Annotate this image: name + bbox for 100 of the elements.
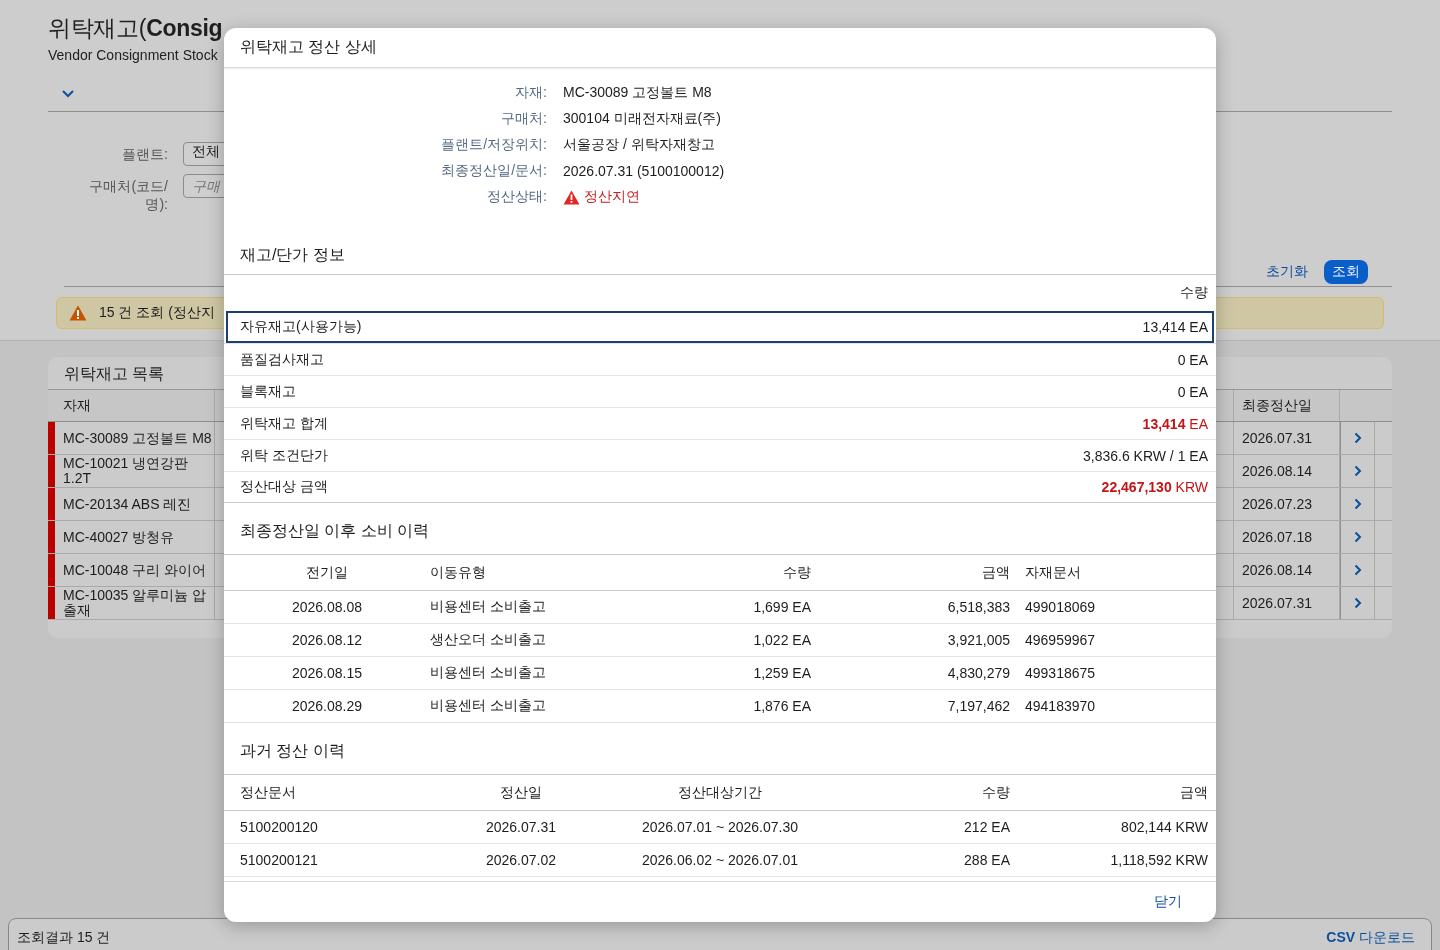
table-cell-text: 5100200121 bbox=[239, 852, 319, 868]
nav-cell[interactable] bbox=[1340, 554, 1375, 586]
section-title: 최종정산일 이후 소비 이력 bbox=[240, 522, 430, 539]
field-value: 300104 미래전자재료(주) bbox=[563, 110, 721, 128]
table-cell-text: 1,876 EA bbox=[752, 698, 812, 714]
stock-row[interactable]: 자유재고(사용가능) 13,414 EA bbox=[226, 311, 1214, 343]
table-cell: MC-40027 방청유 bbox=[55, 521, 215, 553]
table-cell-text: 499318675 bbox=[1024, 665, 1097, 681]
row-label: 정산대상 금액 bbox=[240, 478, 328, 496]
row-value: 0 EA bbox=[1177, 383, 1208, 400]
reset-link[interactable]: 초기화 bbox=[1266, 262, 1308, 281]
table-cell: MC-20134 ABS 레진 bbox=[55, 488, 215, 520]
nav-cell[interactable] bbox=[1340, 455, 1375, 487]
row-value: 13,414 EA bbox=[1142, 319, 1208, 335]
stock-row[interactable]: 품질검사재고 0 EA bbox=[224, 343, 1216, 375]
table-cell-text: 2026.08.12 bbox=[290, 632, 364, 648]
field-label: 플랜트/저장위치: bbox=[440, 136, 547, 154]
table-cell: 2026.07.23 bbox=[1233, 488, 1340, 520]
table-cell-text: 3,921,005 bbox=[946, 632, 1011, 648]
chevron-down-icon[interactable] bbox=[62, 90, 74, 98]
column-header: 정산문서 bbox=[239, 783, 297, 802]
table-cell-text: 2026.07.02 bbox=[484, 852, 558, 868]
column-header: 최종정산일 bbox=[1233, 390, 1340, 421]
row-value: 3,836.6 KRW / 1 EA bbox=[1082, 447, 1208, 464]
chevron-right-icon[interactable] bbox=[1353, 465, 1362, 477]
column-header: 자재 bbox=[55, 390, 215, 421]
table-cell-text: 생산오더 소비출고 bbox=[430, 631, 547, 649]
column-header: 전기일 bbox=[305, 563, 349, 582]
filter-label: 플랜트: bbox=[121, 145, 168, 163]
field-label: 자재: bbox=[514, 84, 547, 102]
table-cell-text: 비용센터 소비출고 bbox=[430, 697, 547, 715]
message-text: 15 건 조회 (정산지 bbox=[99, 304, 215, 322]
table-cell-text: 2026.08.15 bbox=[290, 665, 364, 681]
table-cell-text: 1,118,592 KRW bbox=[1109, 852, 1209, 868]
table-cell: 2026.07.18 bbox=[1233, 521, 1340, 553]
stock-row[interactable]: 정산대상 금액 22,467,130 KRW bbox=[224, 471, 1216, 503]
row-value: 0 EA bbox=[1177, 351, 1208, 368]
stock-row[interactable]: 위탁 조건단가 3,836.6 KRW / 1 EA bbox=[224, 439, 1216, 471]
chevron-right-icon[interactable] bbox=[1353, 597, 1362, 609]
filter-label: 구매처(코드/명): bbox=[88, 177, 168, 213]
table-cell-text: 2026.07.31 bbox=[484, 819, 558, 835]
warning-icon bbox=[563, 189, 580, 205]
field-value: 서울공장 / 위탁자재창고 bbox=[563, 136, 715, 154]
table-cell-text: 7,197,462 bbox=[946, 698, 1011, 714]
table-cell-text: 1,022 EA bbox=[752, 632, 812, 648]
page-subtitle: Vendor Consignment Stock bbox=[48, 46, 218, 64]
table-cell: MC-10021 냉연강판 1.2T bbox=[55, 455, 215, 487]
search-button[interactable]: 조회 bbox=[1324, 259, 1368, 284]
table-cell-text: 499018069 bbox=[1024, 599, 1097, 615]
column-header: 정산대상기간 bbox=[677, 783, 763, 802]
nav-cell[interactable] bbox=[1340, 521, 1375, 553]
table-cell-text: 802,144 KRW bbox=[1120, 819, 1209, 835]
row-value: 13,414 EA bbox=[1142, 415, 1208, 432]
table-cell-text: 2026.08.08 bbox=[290, 599, 364, 615]
stock-row[interactable]: 블록재고 0 EA bbox=[224, 375, 1216, 407]
close-button[interactable]: 닫기 bbox=[1154, 893, 1182, 911]
section-title: 재고/단가 정보 bbox=[240, 246, 345, 263]
table-cell-text: 2026.08.29 bbox=[290, 698, 364, 714]
stock-row[interactable]: 위탁재고 합계 13,414 EA bbox=[224, 407, 1216, 439]
table-cell-text: 비용센터 소비출고 bbox=[430, 598, 547, 616]
row-label: 블록재고 bbox=[240, 382, 296, 401]
section-title: 과거 정산 이력 bbox=[240, 742, 345, 759]
column-header: 금액 bbox=[1179, 783, 1209, 802]
table-cell-text: 212 EA bbox=[963, 819, 1011, 835]
row-label: 품질검사재고 bbox=[240, 350, 324, 369]
nav-cell[interactable] bbox=[1340, 488, 1375, 520]
row-label: 위탁 조건단가 bbox=[240, 446, 328, 465]
table-cell-text: 6,518,383 bbox=[946, 599, 1011, 615]
table-cell: 2026.07.31 bbox=[1233, 587, 1340, 619]
nav-cell[interactable] bbox=[1340, 587, 1375, 619]
table-cell: MC-10035 알루미늄 압출재 bbox=[55, 587, 215, 619]
chevron-right-icon[interactable] bbox=[1353, 498, 1362, 510]
chevron-right-icon[interactable] bbox=[1353, 432, 1362, 444]
table-cell-text: 496959967 bbox=[1024, 632, 1097, 648]
table-cell-text: 2026.07.01 ~ 2026.07.30 bbox=[640, 819, 800, 835]
list-title: 위탁재고 목록 bbox=[64, 365, 165, 382]
table-cell-text: 2026.06.02 ~ 2026.07.01 bbox=[640, 852, 800, 868]
nav-cell[interactable] bbox=[1340, 422, 1375, 454]
table-cell: 2026.08.14 bbox=[1233, 554, 1340, 586]
row-label: 자유재고(사용가능) bbox=[240, 318, 362, 336]
field-label: 정산상태: bbox=[486, 188, 547, 206]
page-title: 위탁재고(Consig bbox=[48, 14, 223, 43]
table-cell-text: 비용센터 소비출고 bbox=[430, 664, 547, 682]
column-header: 이동유형 bbox=[430, 563, 487, 582]
csv-download-link[interactable]: CSV 다운로드 bbox=[1326, 929, 1415, 947]
field-value: 2026.07.31 (5100100012) bbox=[563, 163, 725, 179]
result-count: 조회결과 15 건 bbox=[17, 929, 111, 947]
field-value: MC-30089 고정볼트 M8 bbox=[563, 84, 712, 102]
table-cell-text: 288 EA bbox=[963, 852, 1011, 868]
dialog-title: 위탁재고 정산 상세 bbox=[240, 37, 377, 57]
field-value: 정산지연 bbox=[584, 188, 640, 206]
table-cell: MC-30089 고정볼트 M8 bbox=[55, 422, 215, 454]
chevron-right-icon[interactable] bbox=[1353, 564, 1362, 576]
row-value: 22,467,130 KRW bbox=[1101, 479, 1208, 495]
column-header: 수량 bbox=[782, 563, 812, 582]
chevron-right-icon[interactable] bbox=[1353, 531, 1362, 543]
table-cell-text: 4,830,279 bbox=[946, 665, 1011, 681]
column-header: 수량 bbox=[981, 783, 1011, 802]
column-header: 자재문서 bbox=[1024, 563, 1082, 582]
row-label: 위탁재고 합계 bbox=[240, 414, 328, 433]
